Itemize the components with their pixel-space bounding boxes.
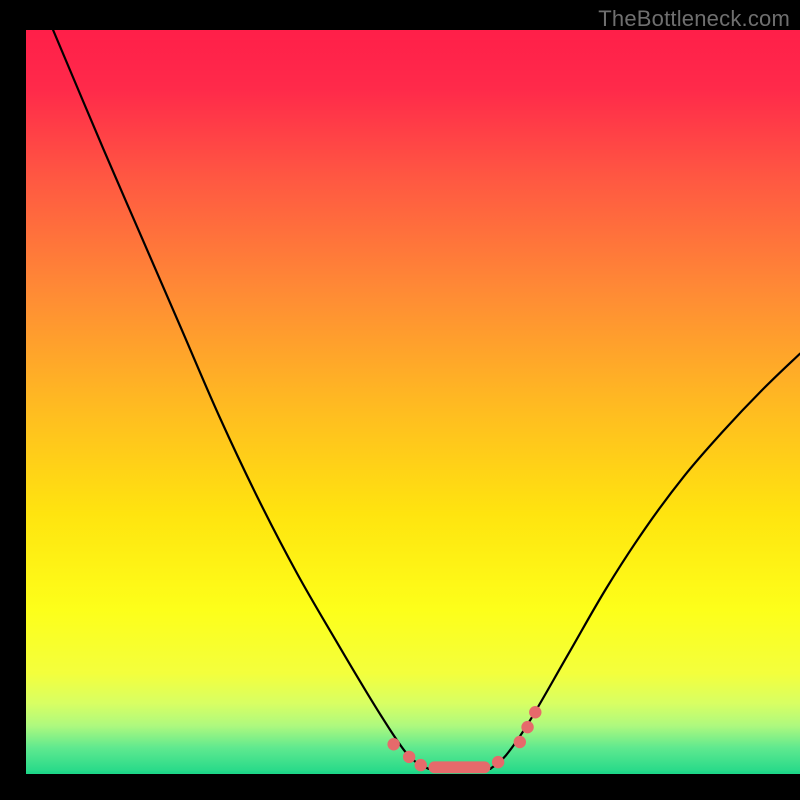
bottom-marker-bar [428, 761, 490, 773]
curve-marker-6 [529, 706, 541, 718]
plot-gradient [26, 30, 800, 774]
curve-marker-5 [521, 721, 533, 733]
curve-marker-4 [514, 736, 526, 748]
chart-frame: TheBottleneck.com [0, 0, 800, 800]
baseline-highlight [26, 772, 800, 775]
watermark-label: TheBottleneck.com [598, 6, 790, 32]
curve-marker-3 [492, 756, 504, 768]
curve-marker-2 [415, 759, 427, 771]
bottleneck-chart [0, 0, 800, 800]
curve-marker-1 [403, 751, 415, 763]
curve-marker-0 [387, 738, 399, 750]
